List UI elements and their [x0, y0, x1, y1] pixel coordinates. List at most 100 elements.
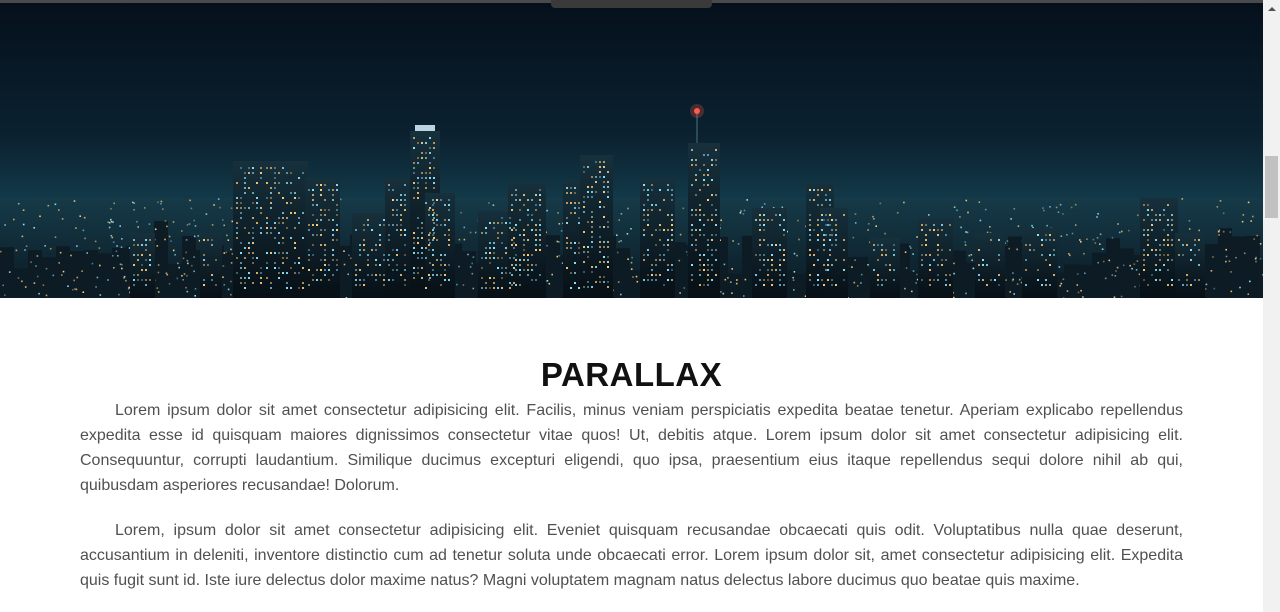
city-light — [460, 211, 462, 214]
city-light — [1099, 233, 1102, 236]
city-light — [1092, 238, 1095, 241]
window-light — [282, 257, 284, 259]
city-light — [731, 292, 733, 294]
city-light — [95, 286, 97, 288]
window-light — [835, 219, 837, 221]
window-light — [137, 274, 139, 276]
window-light — [893, 254, 895, 256]
scroll-up-arrow-icon[interactable] — [1263, 0, 1280, 17]
window-light — [703, 269, 705, 271]
window-light — [1159, 259, 1161, 261]
window-light — [978, 279, 980, 281]
window-light — [332, 239, 334, 241]
window-light — [236, 202, 238, 204]
window-light — [417, 142, 419, 144]
city-light — [347, 273, 349, 276]
window-light — [695, 249, 697, 251]
city-light — [1205, 288, 1207, 290]
window-light — [432, 209, 434, 211]
window-light — [375, 244, 377, 246]
city-light — [74, 288, 76, 290]
window-light — [501, 257, 503, 259]
window-light — [1151, 249, 1153, 251]
city-light — [620, 240, 622, 242]
city-light — [157, 271, 160, 274]
city-light — [956, 209, 958, 212]
window-light — [767, 279, 769, 281]
window-light — [392, 269, 394, 271]
window-light — [278, 272, 280, 274]
window-light — [485, 247, 487, 249]
window-light — [207, 264, 209, 266]
city-light — [193, 235, 196, 238]
window-light — [274, 227, 276, 229]
window-light — [489, 242, 491, 244]
window-light — [817, 259, 819, 261]
city-light — [13, 218, 15, 221]
city-light — [172, 249, 175, 252]
window-light — [421, 222, 423, 224]
window-light — [489, 247, 491, 249]
window-light — [396, 224, 398, 226]
scrollbar-thumb[interactable] — [1265, 156, 1278, 218]
window-light — [404, 244, 406, 246]
window-light — [775, 244, 777, 246]
window-light — [691, 224, 693, 226]
window-light — [783, 249, 785, 251]
window-light — [260, 272, 262, 274]
city-light — [970, 254, 973, 256]
window-light — [149, 259, 151, 261]
window-light — [308, 284, 310, 286]
window-light — [566, 192, 568, 194]
window-light — [302, 287, 304, 289]
window-light — [248, 207, 250, 209]
city-light — [546, 209, 548, 212]
window-light — [873, 244, 875, 246]
window-light — [1190, 259, 1192, 261]
window-light — [779, 249, 781, 251]
window-light — [308, 259, 310, 261]
low-building — [70, 250, 84, 298]
window-light — [655, 244, 657, 246]
vertical-scrollbar[interactable] — [1263, 0, 1280, 612]
window-light — [359, 269, 361, 271]
window-light — [252, 167, 254, 169]
window-light — [998, 284, 1000, 286]
window-light — [1037, 279, 1039, 281]
window-light — [603, 241, 605, 243]
city-light — [853, 281, 856, 284]
window-light — [759, 224, 761, 226]
window-light — [703, 234, 705, 236]
hero-city-image — [0, 3, 1263, 298]
window-light — [282, 197, 284, 199]
city-light — [182, 279, 184, 281]
skyscraper — [640, 178, 675, 298]
city-light — [156, 245, 159, 247]
window-light — [371, 249, 373, 251]
city-light — [174, 254, 176, 256]
window-light — [489, 257, 491, 259]
window-light — [921, 264, 923, 266]
window-light — [809, 239, 811, 241]
city-light — [1118, 231, 1121, 234]
city-light — [763, 203, 766, 205]
low-building — [1078, 264, 1092, 298]
city-light — [1117, 223, 1119, 225]
window-light — [827, 264, 829, 266]
window-light — [817, 249, 819, 251]
window-light — [809, 224, 811, 226]
window-light — [137, 279, 139, 281]
window-light — [260, 232, 262, 234]
city-light — [166, 225, 168, 228]
window-light — [711, 179, 713, 181]
window-light — [1147, 239, 1149, 241]
window-light — [404, 209, 406, 211]
window-light — [248, 167, 250, 169]
window-light — [831, 264, 833, 266]
window-light — [429, 262, 431, 264]
window-light — [286, 287, 288, 289]
city-light — [1013, 208, 1016, 210]
window-light — [270, 287, 272, 289]
window-light — [651, 274, 653, 276]
window-light — [809, 254, 811, 256]
